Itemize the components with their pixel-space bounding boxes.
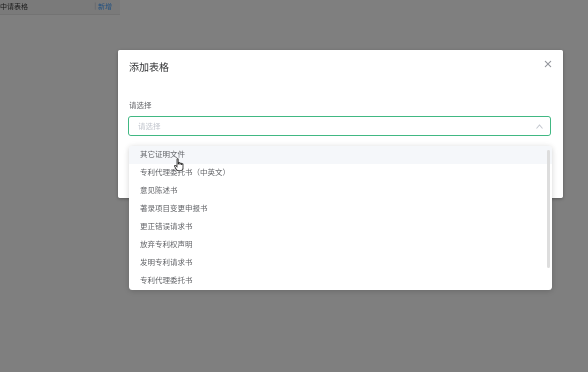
dropdown-option[interactable]: 更正错误请求书	[129, 218, 552, 236]
dropdown-option[interactable]: 专利代理委托书（中英文）	[129, 164, 552, 182]
document-select[interactable]	[128, 116, 551, 136]
select-input[interactable]	[138, 117, 518, 135]
dropdown-list: 其它证明文件 专利代理委托书（中英文） 意见陈述书 著录项目变更申报书 更正错误…	[129, 146, 552, 290]
form-label: 请选择	[129, 101, 152, 110]
dropdown-option[interactable]: 意见陈述书	[129, 182, 552, 200]
dialog-title: 添加表格	[129, 63, 169, 74]
close-icon[interactable]	[542, 58, 554, 70]
dropdown-option[interactable]: 著录项目变更申报书	[129, 200, 552, 218]
dropdown-option[interactable]: 专利代理委托书	[129, 272, 552, 290]
dropdown-scrollbar[interactable]	[547, 150, 550, 268]
dropdown-option[interactable]: 其它证明文件	[129, 146, 552, 164]
select-dropdown: 其它证明文件 专利代理委托书（中英文） 意见陈述书 著录项目变更申报书 更正错误…	[129, 146, 552, 290]
dropdown-option[interactable]: 放弃专利权声明	[129, 236, 552, 254]
dropdown-option[interactable]: 发明专利请求书	[129, 254, 552, 272]
chevron-up-icon[interactable]	[535, 122, 544, 131]
